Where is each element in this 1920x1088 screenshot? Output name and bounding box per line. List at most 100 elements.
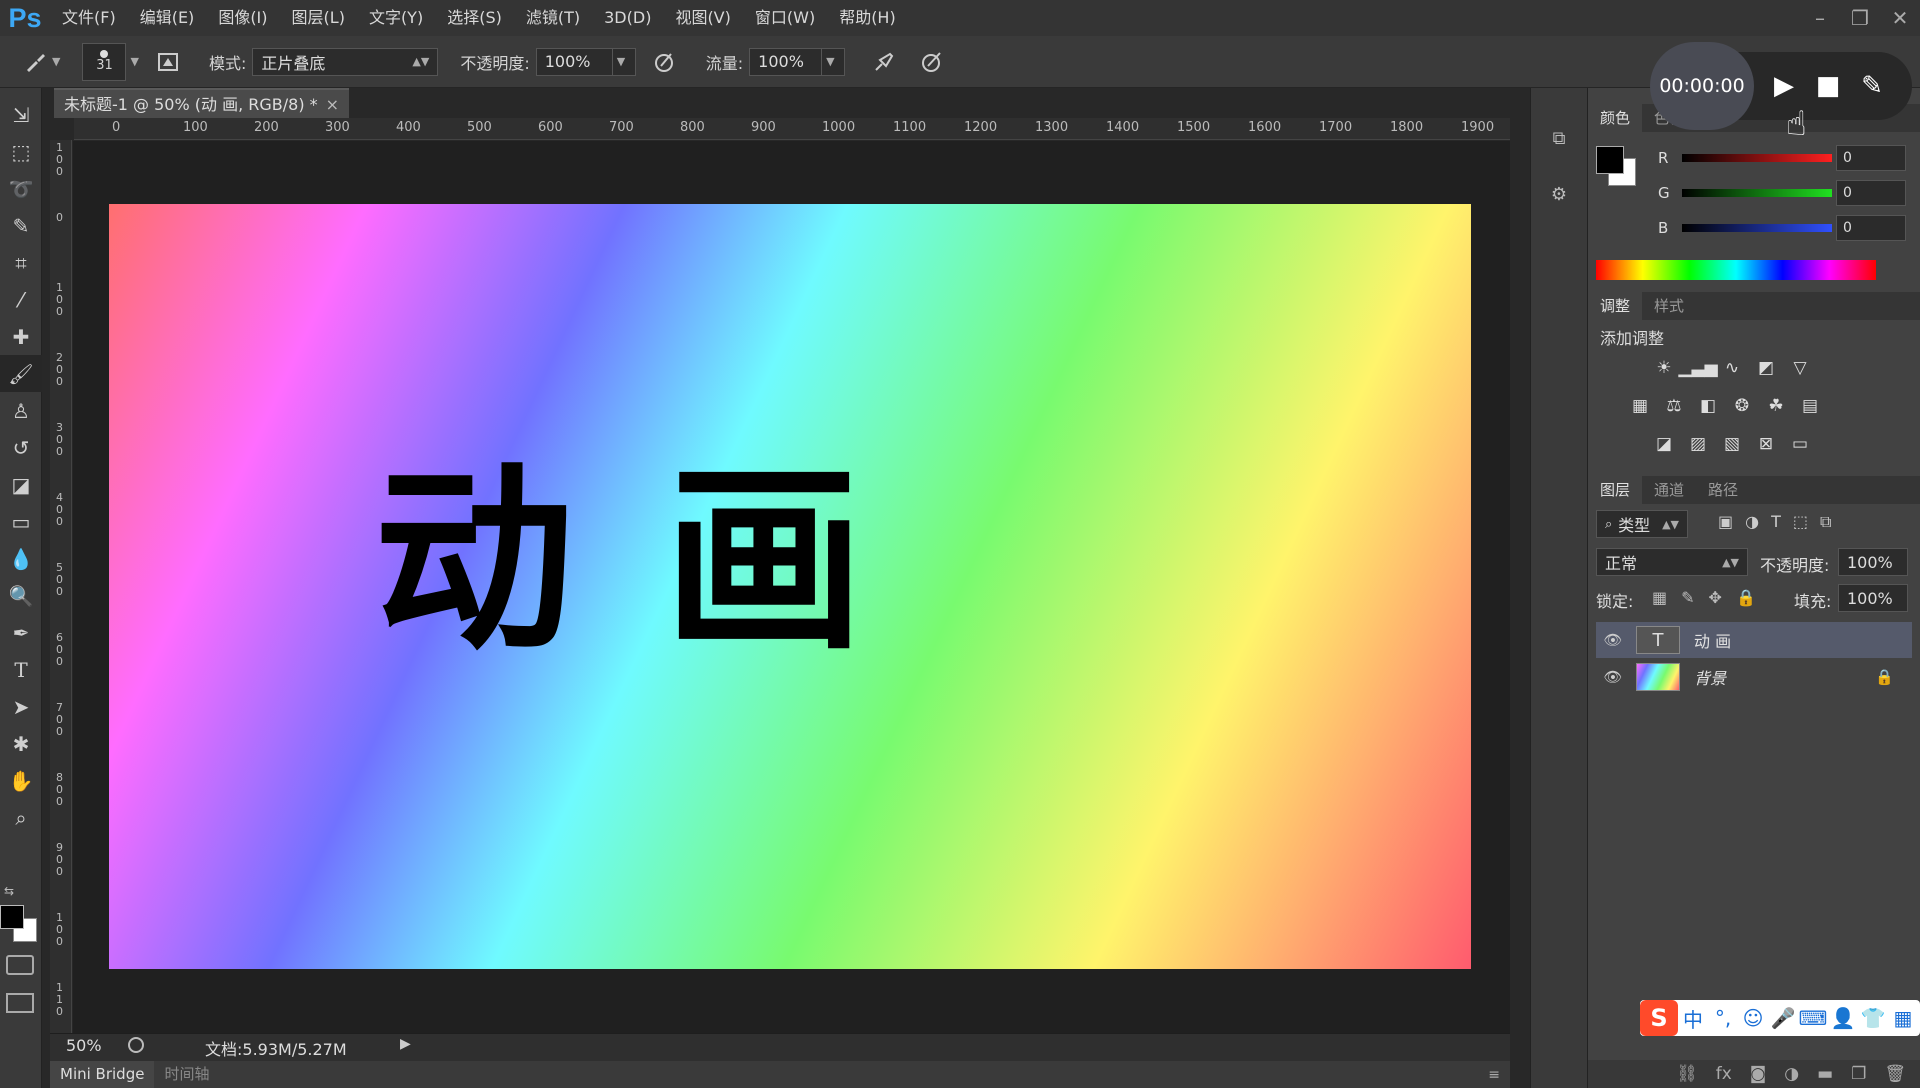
lasso-tool-icon[interactable]: ➰ — [0, 170, 42, 207]
color-spectrum-ramp[interactable] — [1596, 260, 1876, 280]
toolbox-icon[interactable]: ▦ — [1888, 1006, 1918, 1030]
properties-panel-icon[interactable]: ⚙ — [1546, 184, 1572, 210]
layer-row-background[interactable]: 👁 背景 🔒 — [1596, 659, 1912, 695]
close-tab-icon[interactable]: × — [326, 90, 339, 120]
status-menu-arrow-icon[interactable]: ▶ — [400, 1036, 411, 1052]
filter-pixel-icon[interactable]: ▣ — [1718, 512, 1733, 532]
user-icon[interactable]: 👤 — [1828, 1006, 1858, 1030]
minimize-button[interactable]: – — [1800, 5, 1840, 31]
info-icon[interactable] — [128, 1037, 144, 1053]
lock-position-icon[interactable]: ✥ — [1709, 588, 1722, 607]
filter-type-icon[interactable]: T — [1771, 512, 1781, 532]
zoom-level[interactable]: 50% — [66, 1036, 102, 1055]
tab-paths[interactable]: 路径 — [1696, 476, 1750, 504]
color-fg-swatch[interactable] — [1596, 146, 1624, 174]
opacity-dropdown[interactable]: ▼ — [611, 47, 636, 76]
layer-style-fx-icon[interactable]: fx — [1716, 1064, 1732, 1084]
gradient-tool-icon[interactable]: ▭ — [0, 503, 42, 540]
link-layers-icon[interactable]: ⛓ — [1676, 1064, 1698, 1084]
threshold-icon[interactable]: ▧ — [1720, 432, 1744, 456]
quick-selection-tool-icon[interactable]: ✎ — [0, 207, 42, 244]
panel-menu-icon[interactable]: ≡ — [1488, 1067, 1500, 1083]
eyedropper-tool-icon[interactable]: ⁄ — [0, 281, 42, 318]
new-group-icon[interactable]: ▬ — [1817, 1064, 1833, 1084]
document-canvas[interactable]: 动画 — [109, 204, 1471, 969]
mode-select[interactable]: 正片叠底 ▲▼ — [252, 47, 439, 76]
green-slider[interactable] — [1682, 189, 1832, 197]
tool-preset-chevron-icon[interactable]: ▼ — [52, 55, 60, 68]
photo-filter-icon[interactable]: ❂ — [1730, 394, 1754, 418]
lock-pixels-icon[interactable]: ✎ — [1681, 588, 1694, 607]
skin-icon[interactable]: 👕 — [1858, 1006, 1888, 1030]
emoji-icon[interactable]: ☺ — [1738, 1006, 1768, 1030]
healing-brush-tool-icon[interactable]: ✚ — [0, 318, 42, 355]
curves-icon[interactable]: ∿ — [1720, 356, 1744, 380]
menu-file[interactable]: 文件(F) — [50, 0, 128, 36]
color-lookup-icon[interactable]: ▤ — [1798, 394, 1822, 418]
eraser-tool-icon[interactable]: ◪ — [0, 466, 42, 503]
restore-button[interactable]: ❐ — [1840, 5, 1880, 31]
levels-icon[interactable]: ▁▃▅ — [1678, 356, 1717, 380]
black-white-icon[interactable]: ◧ — [1696, 394, 1720, 418]
shape-tool-icon[interactable]: ✱ — [0, 725, 42, 762]
quick-mask-icon[interactable] — [6, 955, 34, 975]
lock-all-icon[interactable]: 🔒 — [1736, 588, 1756, 607]
menu-view[interactable]: 视图(V) — [663, 0, 742, 36]
filter-smart-object-icon[interactable]: ⧉ — [1820, 512, 1831, 532]
layer-name[interactable]: 背景 — [1694, 665, 1726, 689]
pen-tool-icon[interactable]: ✒ — [0, 614, 42, 651]
stop-icon[interactable]: ■ — [1806, 71, 1850, 101]
lock-transparent-icon[interactable]: ▦ — [1652, 588, 1667, 607]
layer-row-text[interactable]: 👁 T 动 画 — [1596, 622, 1912, 658]
red-slider[interactable] — [1682, 154, 1832, 162]
fill-input[interactable]: 100% — [1838, 584, 1908, 612]
play-icon[interactable]: ▶ — [1762, 71, 1806, 101]
history-panel-icon[interactable]: ⧉ — [1546, 128, 1572, 154]
layer-name[interactable]: 动 画 — [1694, 628, 1731, 652]
hand-tool-icon[interactable]: ✋ — [0, 762, 42, 799]
visibility-eye-icon[interactable]: 👁 — [1596, 668, 1630, 686]
tab-mini-bridge[interactable]: Mini Bridge — [50, 1061, 155, 1088]
dodge-tool-icon[interactable]: 🔍 — [0, 577, 42, 614]
move-tool-icon[interactable]: ⇲ — [0, 96, 42, 133]
sogou-logo-icon[interactable]: S — [1640, 1000, 1678, 1036]
path-selection-tool-icon[interactable]: ➤ — [0, 688, 42, 725]
menu-help[interactable]: 帮助(H) — [827, 0, 908, 36]
green-value[interactable]: 0 — [1836, 180, 1906, 206]
menu-layer[interactable]: 图层(L) — [280, 0, 357, 36]
ime-language[interactable]: 中 — [1678, 1004, 1708, 1033]
new-layer-icon[interactable]: ❐ — [1851, 1064, 1866, 1084]
tab-layers[interactable]: 图层 — [1588, 476, 1643, 504]
foreground-color-swatch[interactable] — [0, 905, 24, 929]
channel-mixer-icon[interactable]: ☘ — [1764, 394, 1788, 418]
brush-tool-icon[interactable]: 🖌 — [0, 355, 42, 392]
menu-3d[interactable]: 3D(D) — [592, 0, 663, 36]
delete-layer-icon[interactable]: 🗑 — [1884, 1064, 1906, 1084]
opacity-input[interactable]: 100% — [535, 47, 612, 76]
brush-panel-icon[interactable] — [153, 47, 183, 77]
menu-image[interactable]: 图像(I) — [206, 0, 279, 36]
exposure-icon[interactable]: ◩ — [1754, 356, 1778, 380]
menu-edit[interactable]: 编辑(E) — [128, 0, 207, 36]
brush-size-picker[interactable]: 31 — [82, 42, 127, 81]
type-tool-icon[interactable]: T — [0, 651, 42, 688]
flow-input[interactable]: 100% — [749, 47, 822, 76]
menu-window[interactable]: 窗口(W) — [743, 0, 827, 36]
hue-saturation-icon[interactable]: ▦ — [1628, 394, 1652, 418]
flow-dropdown[interactable]: ▼ — [821, 47, 846, 76]
menu-select[interactable]: 选择(S) — [435, 0, 514, 36]
pencil-icon[interactable]: ✎ — [1850, 71, 1894, 101]
gradient-map-icon[interactable]: ▭ — [1788, 432, 1812, 456]
brush-size-chevron-icon[interactable]: ▼ — [130, 55, 138, 68]
invert-icon[interactable]: ◪ — [1652, 432, 1676, 456]
blue-value[interactable]: 0 — [1836, 215, 1906, 241]
vibrance-icon[interactable]: ▽ — [1788, 356, 1812, 380]
blue-slider[interactable] — [1682, 224, 1832, 232]
layer-filter-select[interactable]: ⌕ 类型 ▲▼ — [1596, 510, 1688, 538]
clone-stamp-tool-icon[interactable]: ♙ — [0, 392, 42, 429]
menu-filter[interactable]: 滤镜(T) — [514, 0, 592, 36]
document-tab[interactable]: 未标题-1 @ 50% (动 画, RGB/8) * × — [54, 88, 349, 118]
tab-timeline[interactable]: 时间轴 — [154, 1061, 219, 1088]
close-button[interactable]: ✕ — [1880, 5, 1920, 31]
marquee-tool-icon[interactable]: ⬚ — [0, 133, 42, 170]
